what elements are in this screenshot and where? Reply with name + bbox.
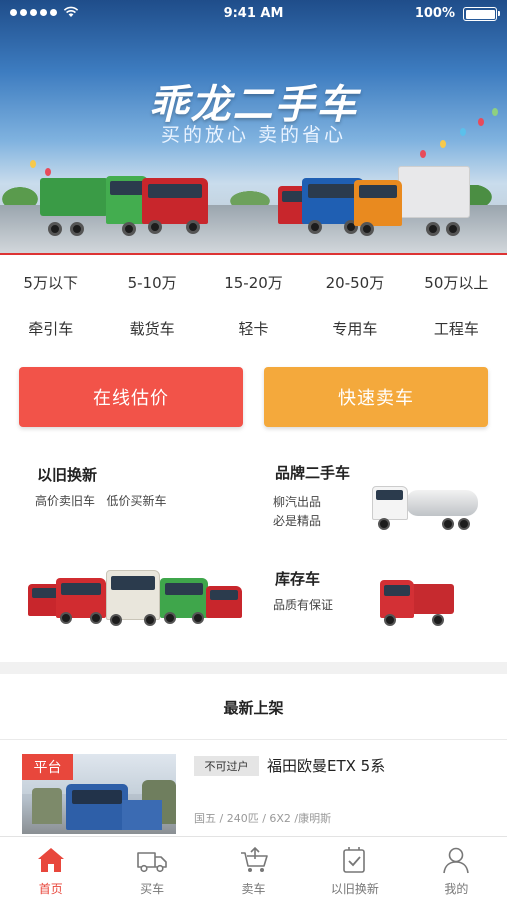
price-filter-15-20w[interactable]: 15-20万	[203, 272, 304, 293]
home-icon	[37, 848, 64, 872]
type-filter-cargo[interactable]: 载货车	[101, 318, 202, 339]
type-filter-engineering[interactable]: 工程车	[406, 318, 507, 339]
type-filter-tractor[interactable]: 牵引车	[0, 318, 101, 339]
platform-badge: 平台	[22, 754, 73, 780]
red-truck-image	[142, 178, 212, 240]
section-divider	[0, 662, 507, 674]
bottom-tab-bar: 首页 买车 卖车 以旧换新 我的	[0, 836, 507, 900]
brand-used-line1: 柳汽出品	[273, 495, 322, 509]
listing-title: 福田欧曼ETX 5系	[267, 757, 386, 775]
stock-truck-image	[380, 578, 456, 630]
tab-buy[interactable]: 买车	[101, 837, 202, 900]
status-bar: 9:41 AM 100%	[0, 0, 507, 28]
price-filter-row: 5万以下 5-10万 15-20万 20-50万 50万以上	[0, 272, 507, 293]
tanker-truck-image	[372, 484, 480, 534]
stock-text: 品质有保证	[273, 598, 334, 612]
tab-trade-in[interactable]: 以旧换新	[304, 837, 405, 900]
app-screen: 乖龙二手车 买的放心 卖的省心 9:41 AM 100% 5万以下 5-10万 …	[0, 0, 507, 900]
stock-title: 库存车	[275, 570, 321, 588]
type-filter-row: 牵引车 载货车 轻卡 专用车 工程车	[0, 318, 507, 339]
user-icon	[443, 847, 470, 874]
online-estimate-button[interactable]: 在线估价	[19, 367, 243, 427]
orange-truck-image	[354, 166, 472, 242]
latest-divider-line	[0, 739, 507, 740]
no-transfer-tag: 不可过户	[194, 756, 259, 776]
balloon-decoration	[30, 160, 36, 168]
tab-buy-label: 买车	[140, 882, 165, 896]
tab-mine-label: 我的	[444, 882, 469, 896]
promo-banner[interactable]: 乖龙二手车 买的放心 卖的省心	[0, 0, 507, 255]
latest-section-title: 最新上架	[223, 699, 284, 717]
exchange-icon	[343, 847, 365, 873]
price-filter-over-50w[interactable]: 50万以上	[406, 272, 507, 293]
tab-trade-in-label: 以旧换新	[330, 882, 379, 896]
brand-used-title: 品牌二手车	[275, 464, 351, 482]
balloon-decoration	[420, 150, 426, 158]
cart-icon	[240, 846, 268, 872]
battery-icon	[463, 7, 500, 21]
price-filter-under-5w[interactable]: 5万以下	[0, 272, 101, 293]
trade-in-text: 高价卖旧车 低价买新车	[35, 494, 167, 508]
type-filter-light[interactable]: 轻卡	[203, 318, 304, 339]
price-filter-20-50w[interactable]: 20-50万	[304, 272, 405, 293]
price-filter-5-10w[interactable]: 5-10万	[101, 272, 202, 293]
tab-sell[interactable]: 卖车	[203, 837, 304, 900]
type-filter-special[interactable]: 专用车	[304, 318, 405, 339]
tab-mine[interactable]: 我的	[406, 837, 507, 900]
green-truck-image	[40, 172, 150, 244]
listing-specs: 国五 / 240匹 / 6X2 /康明斯	[194, 812, 332, 825]
truck-icon	[137, 852, 167, 873]
tab-home[interactable]: 首页	[0, 837, 101, 900]
trade-in-title: 以旧换新	[37, 466, 98, 484]
quick-sell-button[interactable]: 快速卖车	[264, 367, 488, 427]
tab-sell-label: 卖车	[241, 882, 266, 896]
banner-subtitle: 买的放心 卖的省心	[160, 124, 347, 146]
tab-home-label: 首页	[38, 882, 63, 896]
brand-used-line2: 必是精品	[273, 514, 322, 528]
battery-percent: 100%	[414, 6, 455, 21]
